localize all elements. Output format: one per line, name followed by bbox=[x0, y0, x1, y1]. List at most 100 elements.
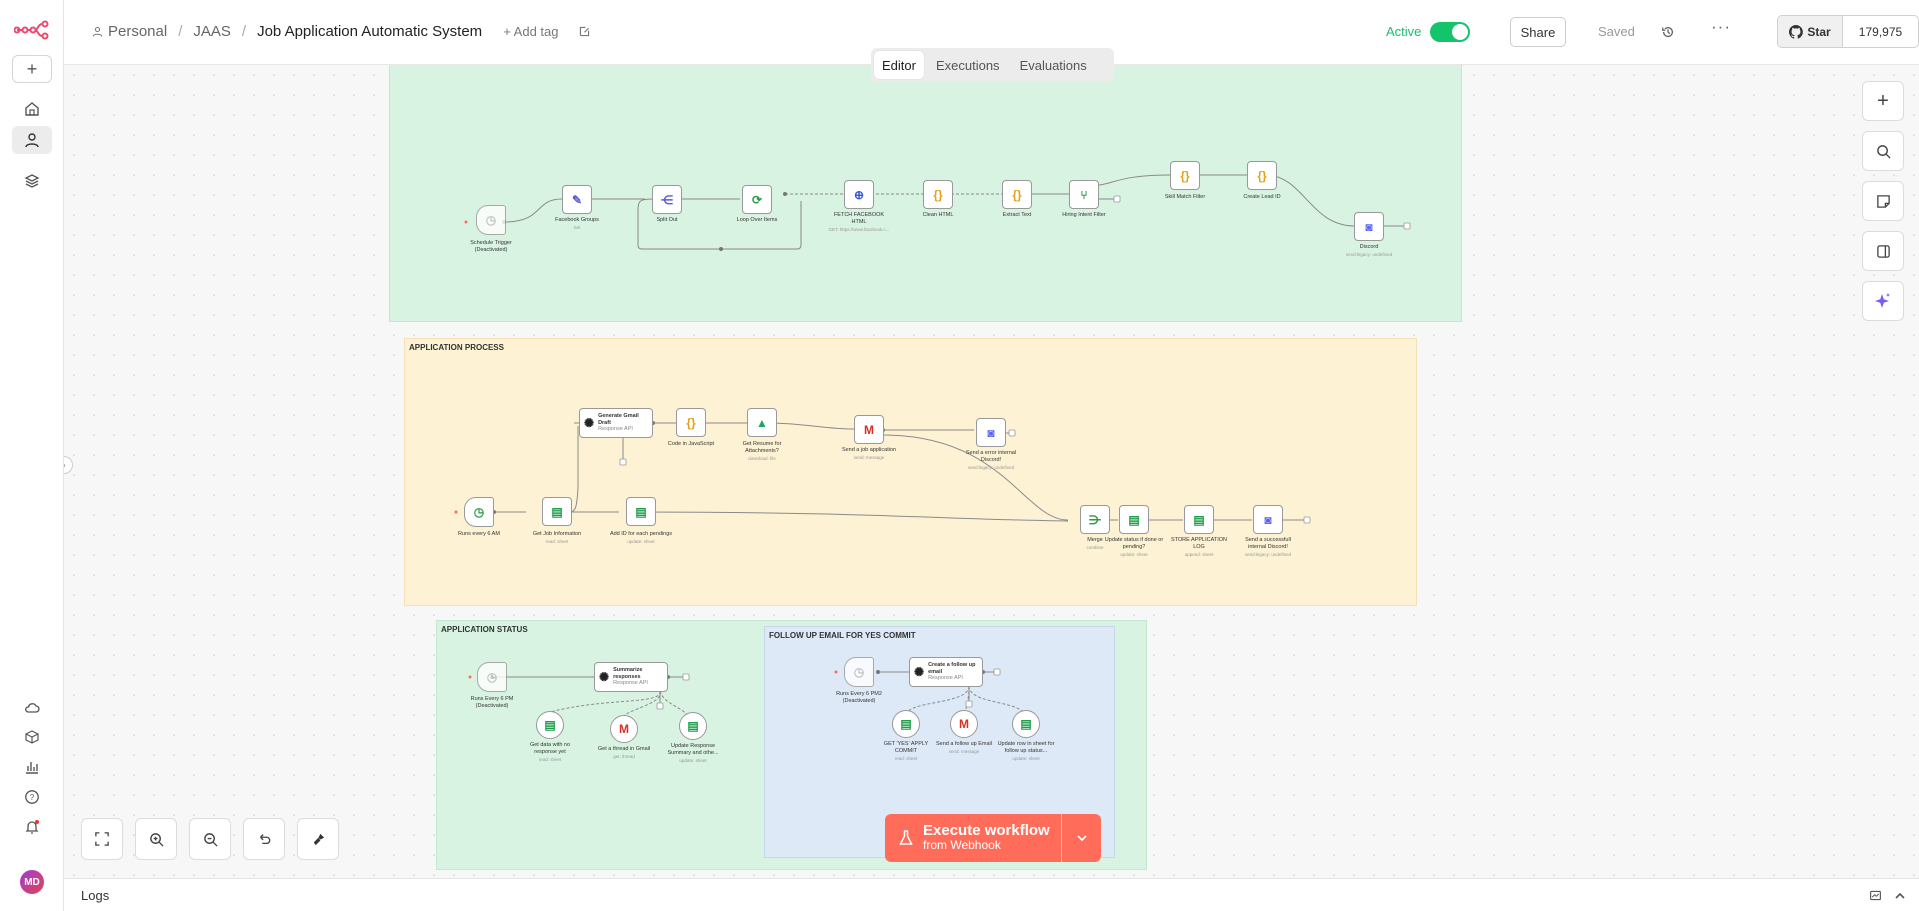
node-facebook-groups[interactable]: ✎ bbox=[562, 185, 592, 214]
tab-evaluations[interactable]: Evaluations bbox=[1012, 51, 1095, 79]
node-runs-6pm2[interactable]: ◷ bbox=[844, 657, 874, 687]
google-sheets-icon: ▤ bbox=[1020, 717, 1032, 731]
clock-icon: ◷ bbox=[486, 670, 498, 684]
node-send-job-application[interactable]: M bbox=[854, 415, 884, 444]
reset-zoom-button[interactable] bbox=[243, 818, 285, 860]
user-icon bbox=[25, 133, 39, 148]
tab-executions[interactable]: Executions bbox=[928, 51, 1008, 79]
node-code-javascript[interactable]: {} bbox=[676, 408, 706, 437]
node-get-resume[interactable]: ▲ bbox=[747, 408, 777, 437]
node-get-yes-apply-commit[interactable]: ▤ bbox=[892, 710, 920, 738]
nav-projects[interactable] bbox=[12, 167, 52, 195]
node-update-response-summary[interactable]: ▤ bbox=[679, 712, 707, 740]
breadcrumb-folder[interactable]: JAAS bbox=[193, 23, 231, 40]
node-get-job-information[interactable]: ▤ bbox=[542, 497, 572, 526]
search-nodes-button[interactable] bbox=[1862, 131, 1904, 171]
active-toggle[interactable] bbox=[1430, 22, 1470, 42]
tab-editor[interactable]: Editor bbox=[874, 51, 924, 79]
more-options-icon[interactable]: ··· bbox=[1711, 17, 1731, 37]
ai-assistant-button[interactable] bbox=[1862, 281, 1904, 321]
node-label: Loop Over Items bbox=[736, 217, 778, 223]
chevron-down-icon bbox=[1076, 835, 1087, 842]
node-label: STORE APPLICATION LOG append: sheet bbox=[1170, 537, 1228, 557]
nav-personal[interactable] bbox=[12, 126, 52, 154]
execute-workflow-button[interactable]: Execute workflow from Webhook bbox=[885, 814, 1101, 862]
node-add-id[interactable]: ▤ bbox=[626, 497, 656, 526]
avatar[interactable]: MD bbox=[20, 870, 44, 894]
add-sticky-button[interactable] bbox=[1862, 181, 1904, 221]
node-generate-gmail-draft[interactable]: ✺ Generate Gmail Draft Response API bbox=[579, 408, 653, 438]
logs-panel-bar[interactable]: Logs bbox=[64, 878, 1919, 911]
node-create-lead-id[interactable]: {} bbox=[1247, 161, 1277, 190]
github-star-widget[interactable]: Star 179,975 bbox=[1777, 15, 1919, 48]
pop-out-icon[interactable] bbox=[1869, 889, 1882, 902]
nav-insights[interactable] bbox=[12, 753, 52, 781]
node-update-follow-up-status[interactable]: ▤ bbox=[1012, 710, 1040, 738]
breadcrumb: Personal / JAAS / Job Application Automa… bbox=[92, 23, 591, 40]
node-label: Split Out bbox=[656, 217, 678, 223]
add-tag-button[interactable]: + Add tag bbox=[503, 24, 558, 39]
zoom-out-button[interactable] bbox=[189, 818, 231, 860]
execute-label: Execute workflow bbox=[923, 822, 1050, 839]
node-clean-html[interactable]: {} bbox=[923, 180, 953, 209]
node-send-follow-up-email[interactable]: M bbox=[950, 710, 978, 738]
node-split-out[interactable]: ⋲ bbox=[652, 185, 682, 214]
nav-cloud[interactable] bbox=[12, 694, 52, 722]
github-star-count[interactable]: 179,975 bbox=[1843, 16, 1918, 47]
node-extract-text[interactable]: {} bbox=[1002, 180, 1032, 209]
edit-description-icon[interactable] bbox=[578, 25, 591, 38]
globe-icon: ⊕ bbox=[853, 187, 865, 202]
history-icon[interactable] bbox=[1661, 25, 1675, 39]
nav-templates[interactable] bbox=[12, 723, 52, 751]
node-create-follow-up-email[interactable]: ✺ Create a follow up email Response API bbox=[909, 657, 983, 687]
add-node-button[interactable]: + bbox=[1862, 81, 1904, 121]
discord-icon: ◙ bbox=[987, 425, 995, 440]
chevron-up-icon[interactable] bbox=[1894, 890, 1906, 902]
node-summarize-responses[interactable]: ✺ Summarize responses Response API bbox=[594, 662, 668, 692]
node-label: Send a follow up Email send: message bbox=[936, 741, 992, 754]
execute-dropdown-button[interactable] bbox=[1061, 814, 1101, 862]
node-store-application-log[interactable]: ▤ bbox=[1184, 505, 1214, 534]
tidy-up-button[interactable] bbox=[297, 818, 339, 860]
active-status-label: Active bbox=[1386, 24, 1422, 39]
node-loop-over-items[interactable]: ⟳ bbox=[742, 185, 772, 214]
nav-help[interactable]: ? bbox=[12, 783, 52, 811]
code-braces-icon: {} bbox=[1012, 187, 1022, 202]
flask-icon bbox=[899, 830, 913, 845]
create-button[interactable]: + bbox=[12, 55, 52, 83]
breadcrumb-project[interactable]: Personal bbox=[108, 23, 167, 40]
node-merge[interactable]: ⋺ bbox=[1080, 505, 1110, 534]
node-label: Get a thread in Gmail get: thread bbox=[597, 746, 651, 759]
google-sheets-icon: ▤ bbox=[1193, 512, 1205, 527]
share-button[interactable]: Share bbox=[1510, 17, 1566, 47]
node-label: Get data with no response yet read: sheet bbox=[529, 742, 571, 762]
node-send-error-discord[interactable]: ◙ bbox=[976, 418, 1006, 447]
execute-main[interactable]: Execute workflow from Webhook bbox=[885, 814, 1059, 862]
workflow-name[interactable]: Job Application Automatic System bbox=[257, 23, 482, 40]
node-update-status[interactable]: ▤ bbox=[1119, 505, 1149, 534]
breadcrumb-separator: / bbox=[241, 23, 247, 40]
node-runs-6am[interactable]: ◷ bbox=[464, 497, 494, 527]
node-label: Update Response Summary and othe... updat… bbox=[667, 743, 719, 763]
github-star-button[interactable]: Star bbox=[1778, 16, 1843, 47]
zoom-in-button[interactable] bbox=[135, 818, 177, 860]
node-label: GET 'YES' APPLY COMMIT read: sheet bbox=[883, 741, 929, 761]
node-get-no-response[interactable]: ▤ bbox=[536, 711, 564, 739]
workflow-canvas[interactable]: APPLICATION PROCESS APPLICATION STATUS F… bbox=[64, 65, 1919, 878]
nav-notifications[interactable] bbox=[12, 813, 52, 841]
node-fetch-html[interactable]: ⊕ bbox=[844, 180, 874, 209]
node-skill-match-filter[interactable]: {} bbox=[1170, 161, 1200, 190]
n8n-logo[interactable] bbox=[13, 18, 50, 42]
node-schedule-trigger[interactable]: ◷ bbox=[476, 205, 506, 235]
node-get-thread-gmail[interactable]: M bbox=[610, 715, 638, 743]
nav-overview[interactable] bbox=[12, 95, 52, 123]
node-hiring-intent-filter[interactable]: ⑂ bbox=[1069, 180, 1099, 209]
node-send-success-discord[interactable]: ◙ bbox=[1253, 505, 1283, 534]
discord-icon: ◙ bbox=[1365, 219, 1373, 234]
node-discord[interactable]: ◙ bbox=[1354, 212, 1384, 241]
toggle-panel-button[interactable] bbox=[1862, 231, 1904, 271]
node-label: Clean HTML bbox=[922, 212, 954, 218]
openai-icon: ✺ bbox=[914, 665, 925, 679]
node-runs-6pm[interactable]: ◷ bbox=[477, 662, 507, 692]
fit-view-button[interactable] bbox=[81, 818, 123, 860]
